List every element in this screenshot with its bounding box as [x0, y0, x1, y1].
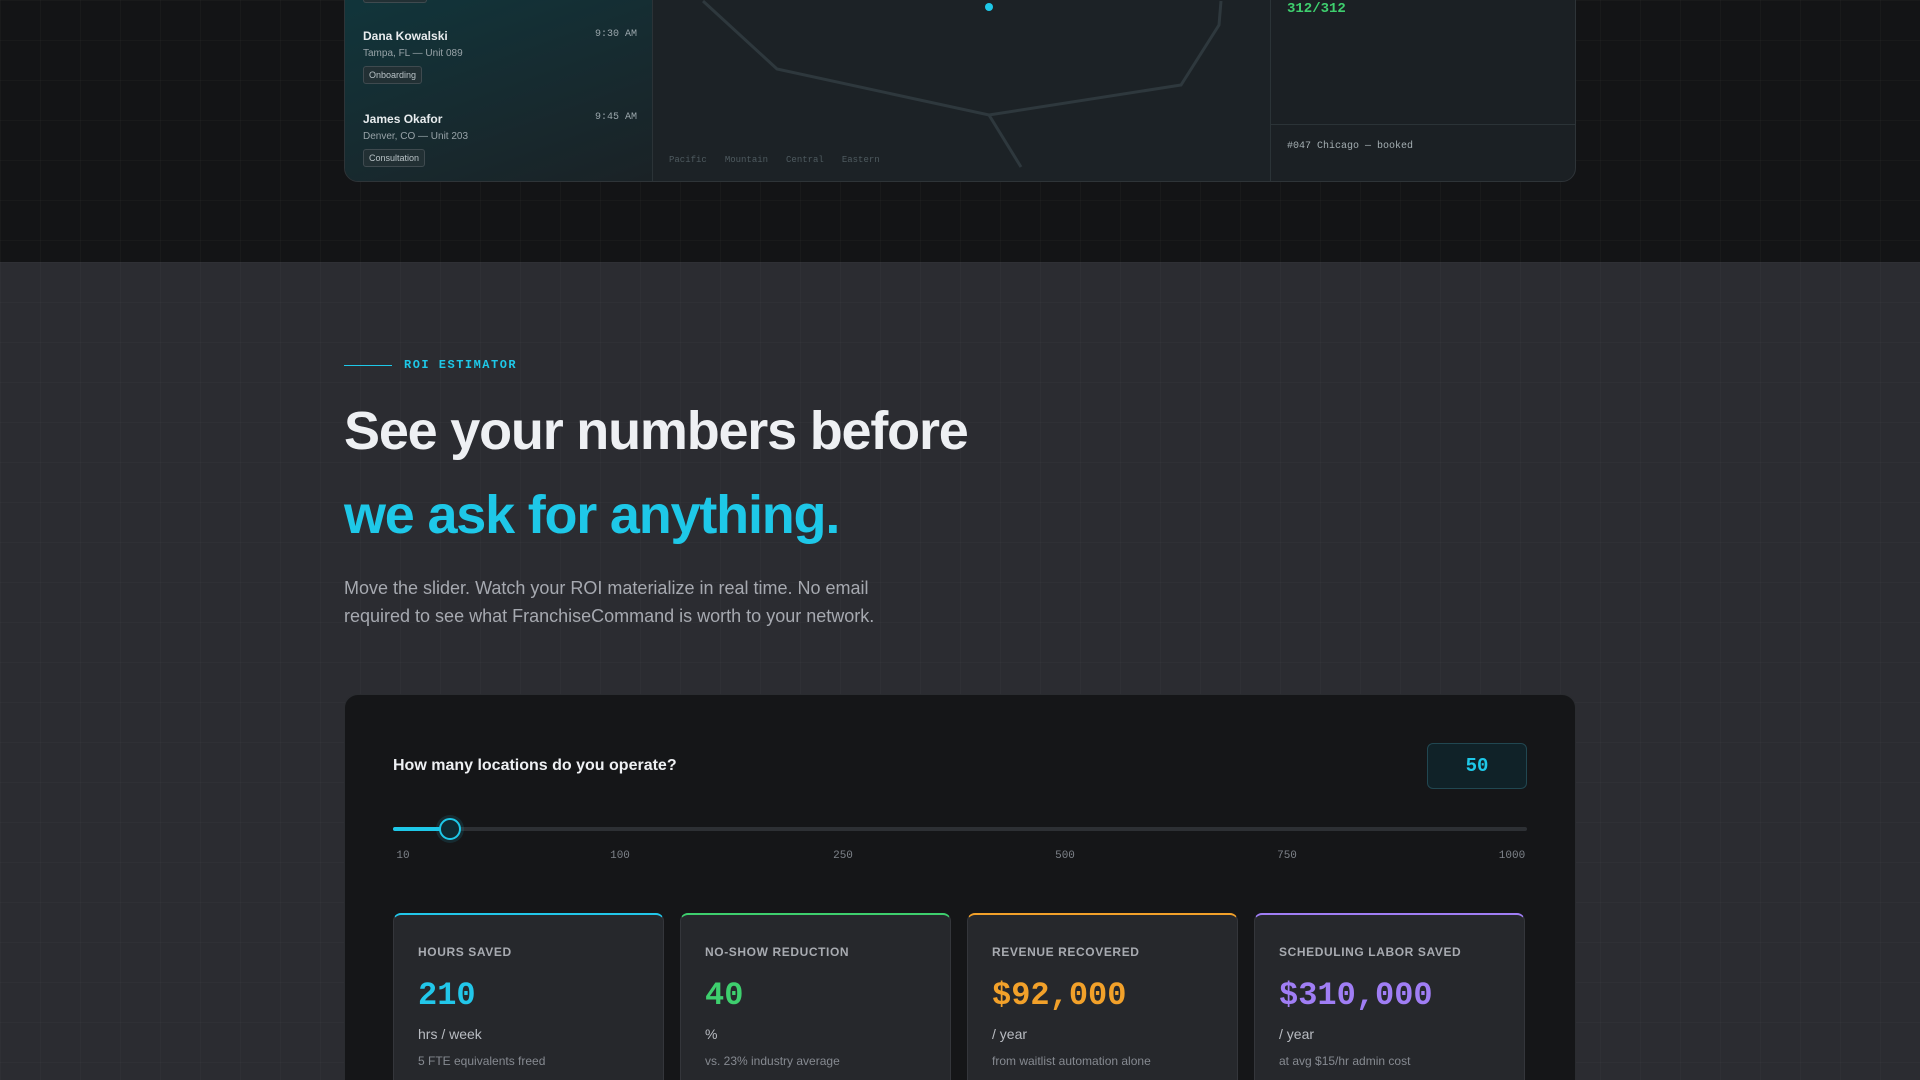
appointment-list: Dana Kowalski 9:30 AM Tampa, FL — Unit 0… [345, 0, 653, 181]
metric-label: HOURS SAVED [418, 945, 512, 959]
slider-tick-label: 1000 [1498, 850, 1526, 862]
roi-metrics: HOURS SAVED 210 hrs / week 5 FTE equival… [393, 913, 1527, 1080]
metric-card-scheduling-labor-saved: SCHEDULING LABOR SAVED $310,000 / year a… [1254, 913, 1525, 1080]
appointment-time: 9:45 AM [594, 112, 637, 123]
appointment-location: Tampa, FL — Unit 089 [363, 48, 463, 59]
metric-unit: hrs / week [418, 1026, 482, 1042]
map-border [701, 0, 1223, 117]
zone-label: Pacific [669, 155, 707, 165]
zone-label: Central [786, 155, 824, 165]
slider-tick-label: 100 [610, 850, 630, 862]
metric-card-no-show-reduction: NO-SHOW REDUCTION 40 % vs. 23% industry … [680, 913, 951, 1080]
slider-tick-label: 250 [833, 850, 853, 862]
slider-tick-label: 750 [1277, 850, 1297, 862]
metric-card-hours-saved: HOURS SAVED 210 hrs / week 5 FTE equival… [393, 913, 664, 1080]
eyebrow-line [344, 364, 392, 366]
zone-label: Mountain [724, 155, 769, 165]
metric-note: 5 FTE equivalents freed [418, 1054, 546, 1068]
section-description: Move the slider. Watch your ROI material… [344, 578, 875, 626]
appointment-tag: Consultation [363, 149, 426, 167]
map-border [987, 114, 1023, 168]
metric-note: from waitlist automation alone [992, 1054, 1151, 1068]
appointment-item[interactable]: Dana Kowalski 9:30 AM Tampa, FL — Unit 0… [363, 29, 637, 84]
metric-value: $310,000 [1279, 977, 1433, 1014]
metric-unit: / year [992, 1026, 1028, 1042]
metric-value: 210 [418, 977, 476, 1014]
headline-line-1: See your numbers before [344, 401, 969, 461]
slider-question: How many locations do you operate? [393, 757, 677, 774]
locations-value-display[interactable]: 50 [1427, 743, 1527, 789]
appointment-time: 9:30 AM [594, 29, 637, 40]
appointment-tag-partial [363, 0, 427, 3]
dashboard-preview: Dana Kowalski 9:30 AM Tampa, FL — Unit 0… [344, 0, 1576, 182]
metric-note: at avg $15/hr admin cost [1279, 1054, 1411, 1068]
map-zone-legend: Pacific Mountain Central Eastern [669, 155, 880, 165]
slider-tick-label: 500 [1055, 850, 1075, 862]
roi-calculator: How many locations do you operate? 50 10… [344, 694, 1576, 1080]
appointment-item[interactable]: James Okafor 9:45 AM Denver, CO — Unit 2… [363, 112, 637, 167]
booked-count: 312/312 [1287, 1, 1346, 17]
territory-map: Pacific Mountain Central Eastern [653, 0, 1271, 181]
booking-event: #047 Chicago — booked [1287, 141, 1414, 152]
location-marker[interactable] [985, 3, 993, 11]
zone-label: Eastern [841, 155, 880, 165]
locations-slider[interactable] [393, 818, 1527, 840]
metric-label: SCHEDULING LABOR SAVED [1279, 945, 1462, 959]
appointment-location: Denver, CO — Unit 203 [363, 131, 469, 142]
metric-value: 40 [705, 977, 744, 1014]
metric-label: NO-SHOW REDUCTION [705, 945, 850, 959]
section-eyebrow: ROI ESTIMATOR [344, 358, 517, 372]
metric-label: REVENUE RECOVERED [992, 945, 1140, 959]
divider [1271, 124, 1575, 125]
appointment-tag: Onboarding [363, 66, 423, 84]
metric-card-revenue-recovered: REVENUE RECOVERED $92,000 / year from wa… [967, 913, 1238, 1080]
metric-unit: % [705, 1026, 718, 1042]
metric-unit: / year [1279, 1026, 1315, 1042]
eyebrow-text: ROI ESTIMATOR [404, 358, 518, 372]
metric-note: vs. 23% industry average [705, 1054, 840, 1068]
slider-tick-label: 10 [396, 850, 410, 862]
metric-value: $92,000 [992, 977, 1127, 1014]
booking-status-panel: 312/312 #047 Chicago — booked [1271, 0, 1575, 181]
slider-thumb[interactable] [438, 818, 461, 840]
preview-section: Dana Kowalski 9:30 AM Tampa, FL — Unit 0… [0, 0, 1920, 262]
headline-line-2: we ask for anything. [344, 485, 840, 545]
